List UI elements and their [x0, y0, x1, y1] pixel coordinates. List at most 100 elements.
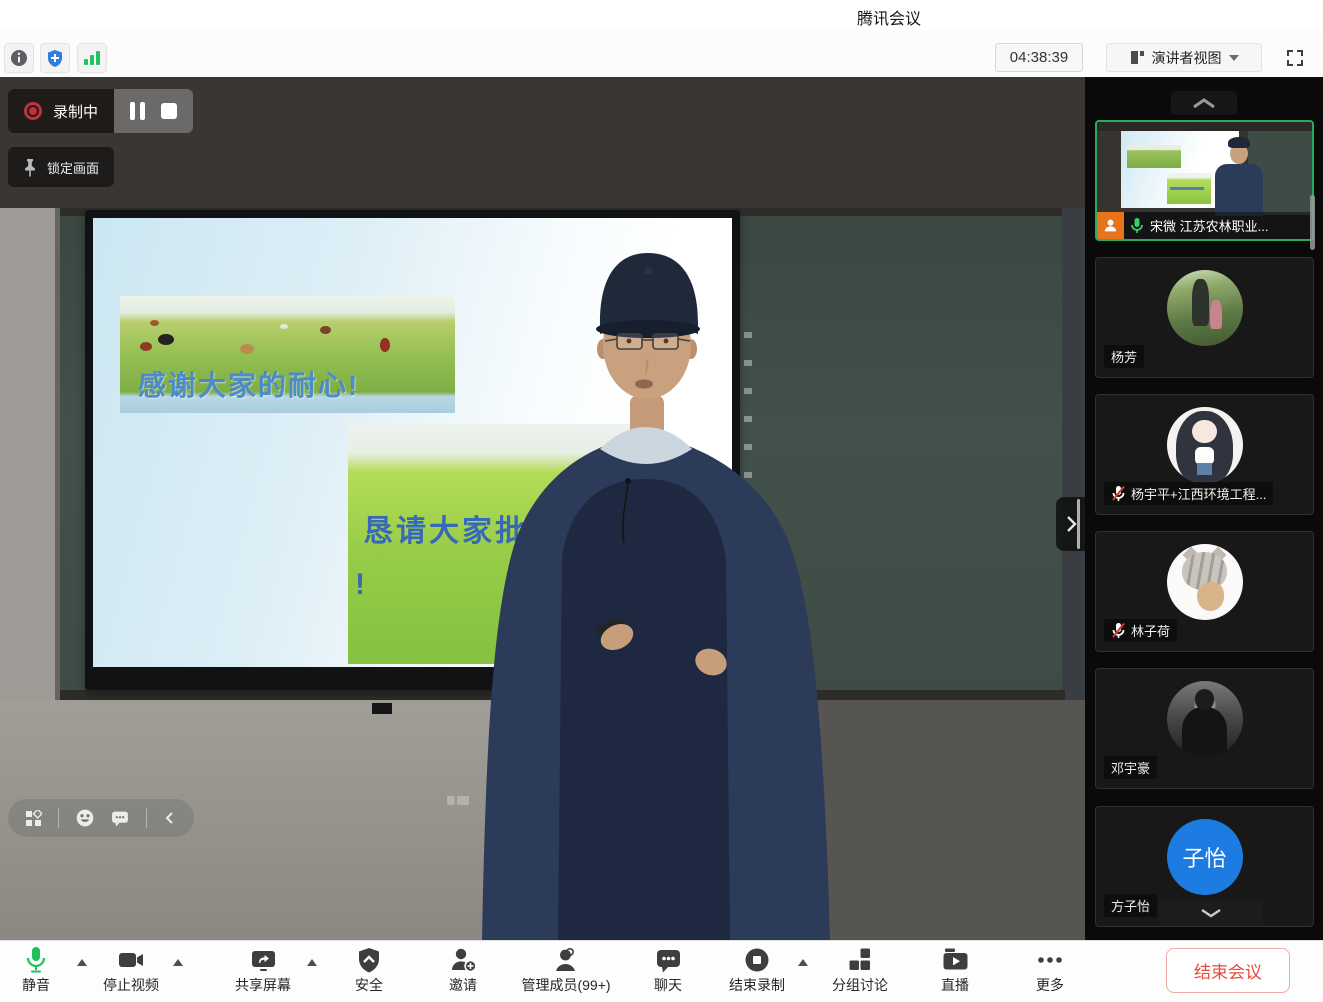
- pin-icon: [23, 158, 37, 177]
- mic-muted-icon: [1111, 485, 1126, 502]
- view-selector-label: 演讲者视图: [1152, 48, 1222, 68]
- stage-scrollbar[interactable]: [1077, 499, 1080, 549]
- pin-view-button[interactable]: 锁定画面: [8, 147, 114, 187]
- recording-label: 录制中: [53, 101, 98, 122]
- share-screen-icon: [250, 947, 277, 973]
- participant-name: 宋微 江苏农林职业...: [1150, 216, 1268, 235]
- avatar: [1167, 407, 1243, 483]
- recording-indicator: 录制中: [8, 89, 193, 133]
- participant-name: 杨宇平+江西环境工程...: [1131, 484, 1266, 503]
- security-toolbar-button[interactable]: 安全: [355, 945, 383, 995]
- end-recording-button[interactable]: 结束录制: [729, 945, 785, 995]
- live-stream-button[interactable]: 直播: [941, 945, 969, 995]
- video-options-caret[interactable]: [173, 959, 183, 966]
- toolbar-label: 直播: [941, 975, 969, 995]
- participant-name-tag: 林子荷: [1104, 619, 1177, 642]
- cow-figure: [240, 344, 254, 354]
- participant-video-thumbnail: [1097, 122, 1312, 212]
- breakout-rooms-button[interactable]: 分组讨论: [832, 945, 888, 995]
- display-power-button: [372, 703, 392, 714]
- sidebar-scrollbar[interactable]: [1310, 195, 1315, 250]
- cow-figure: [150, 320, 159, 326]
- invite-button[interactable]: 邀请: [449, 945, 477, 995]
- slide-caption-bottom: 恳请大家批: [363, 506, 528, 550]
- avatar: [1167, 544, 1243, 620]
- toolbar-label: 聊天: [654, 975, 682, 995]
- participant-name: 林子荷: [1131, 621, 1170, 640]
- more-button[interactable]: 更多: [1036, 945, 1064, 995]
- security-button[interactable]: [40, 43, 70, 73]
- meeting-info-button[interactable]: [4, 43, 34, 73]
- more-dots-icon: [1036, 947, 1064, 973]
- toolbar-label: 更多: [1036, 975, 1064, 995]
- window-title: 腾讯会议: [857, 5, 921, 29]
- pause-recording-button[interactable]: [130, 102, 145, 120]
- chevron-up-icon: [1192, 98, 1216, 109]
- manage-members-button[interactable]: 管理成员(99+): [521, 945, 610, 995]
- collapse-sidebar-button[interactable]: [1056, 497, 1085, 551]
- cow-figure: [140, 342, 152, 351]
- recording-controls: [114, 89, 193, 133]
- end-meeting-label: 结束会议: [1194, 958, 1262, 983]
- scroll-up-button[interactable]: [1171, 91, 1237, 115]
- record-icon: [24, 102, 42, 120]
- fullscreen-icon: [1284, 47, 1306, 69]
- meeting-toolbar: 静音 停止视频 共享屏幕 安全 邀请 管理成员(99+) 聊天: [0, 940, 1323, 1002]
- classroom-wall-left: [0, 208, 60, 700]
- chevron-down-icon: [1200, 908, 1222, 918]
- tencent-meeting-window: 腾讯会议 04:38:39 演讲者视图: [0, 0, 1323, 1002]
- window-titlebar: 腾讯会议: [0, 0, 1323, 30]
- share-screen-button[interactable]: 共享屏幕: [235, 945, 291, 995]
- participant-name-tag: 方子怡: [1104, 894, 1157, 917]
- layout-grid-icon[interactable]: [25, 810, 42, 827]
- top-toolbar: 04:38:39 演讲者视图: [0, 30, 1323, 77]
- slide-caption-top: 感谢大家的耐心!: [138, 364, 359, 404]
- chevron-left-icon[interactable]: [163, 810, 177, 826]
- main-video-stage: 感谢大家的耐心! 恳请大家批 !: [0, 77, 1085, 940]
- smiley-icon[interactable]: [76, 809, 94, 827]
- view-selector[interactable]: 演讲者视图: [1106, 43, 1262, 72]
- participant-name-tag: 邓宇豪: [1104, 756, 1157, 779]
- participants-sidebar: 宋微 江苏农林职业... 杨芳 杨宇平+江西环境工程...: [1085, 77, 1323, 940]
- participant-tile-songwei[interactable]: 宋微 江苏农林职业...: [1095, 120, 1314, 241]
- timer-value: 04:38:39: [1010, 49, 1068, 66]
- fullscreen-button[interactable]: [1282, 45, 1308, 71]
- stop-recording-button[interactable]: [161, 103, 177, 119]
- recording-options-caret[interactable]: [798, 959, 808, 966]
- mute-options-caret[interactable]: [77, 959, 87, 966]
- board-frame-bottom: [60, 690, 1065, 700]
- toolbar-label: 结束录制: [729, 975, 785, 995]
- participant-tile-dengyuhao[interactable]: 邓宇豪: [1095, 668, 1314, 789]
- layout-icon: [1130, 50, 1145, 65]
- meeting-timer: 04:38:39: [995, 43, 1083, 72]
- members-icon: [552, 947, 579, 973]
- network-status-button[interactable]: [77, 43, 107, 73]
- chat-bubble-icon[interactable]: [111, 810, 129, 827]
- divider: [58, 808, 59, 828]
- stop-video-button[interactable]: 停止视频: [103, 945, 159, 995]
- participant-tile-yangyuping[interactable]: 杨宇平+江西环境工程...: [1095, 394, 1314, 515]
- share-options-caret[interactable]: [307, 959, 317, 966]
- mute-button[interactable]: 静音: [22, 945, 50, 995]
- participant-tile-linzihe[interactable]: 林子荷: [1095, 531, 1314, 652]
- chat-button[interactable]: 聊天: [654, 945, 682, 995]
- avatar: 子怡: [1167, 819, 1243, 895]
- chat-icon: [655, 947, 682, 974]
- toolbar-label: 管理成员(99+): [521, 975, 610, 995]
- toolbar-label: 分组讨论: [832, 975, 888, 995]
- end-meeting-button[interactable]: 结束会议: [1166, 948, 1290, 993]
- scroll-down-button[interactable]: [1159, 900, 1263, 926]
- live-tv-icon: [942, 947, 969, 973]
- participant-name-tag: 杨宇平+江西环境工程...: [1104, 482, 1273, 505]
- chevron-down-icon: [1229, 55, 1239, 61]
- host-badge: [1097, 212, 1124, 239]
- microphone-icon: [23, 946, 49, 974]
- participant-name: 邓宇豪: [1111, 758, 1150, 777]
- presentation-slide: 感谢大家的耐心! 恳请大家批 !: [93, 218, 732, 667]
- toolbar-label: 静音: [22, 975, 50, 995]
- breakout-icon: [847, 947, 873, 973]
- info-icon: [10, 49, 28, 67]
- smartboard-toolbar-icons: [744, 332, 752, 532]
- participant-tile-yangfang[interactable]: 杨芳: [1095, 257, 1314, 378]
- cow-figure: [158, 334, 174, 345]
